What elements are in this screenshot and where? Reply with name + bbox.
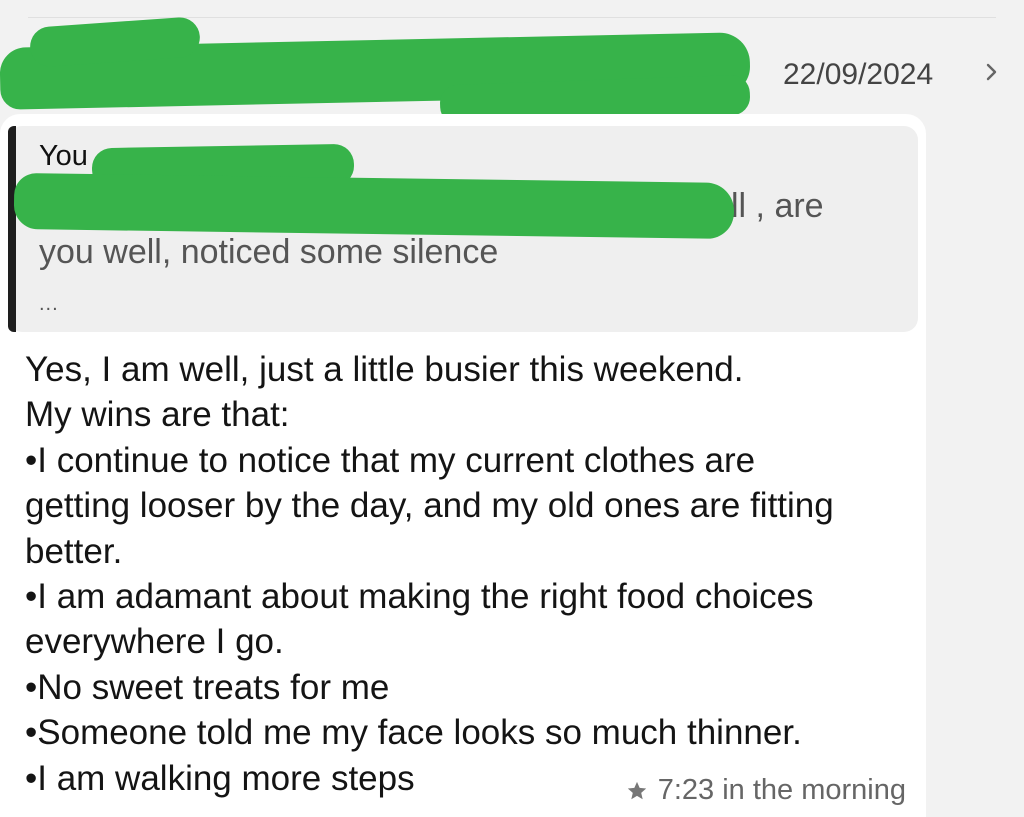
quoted-text-fragment: ll , are [731,187,824,225]
message-line: •I continue to notice that my current cl… [25,440,756,480]
quoted-text-line: you well, noticed some silence [39,233,499,271]
message-line: •I am adamant about making the right foo… [25,576,814,616]
message-date: 22/09/2024 [783,58,934,91]
message-meta: 7:23 in the morning [626,774,906,807]
message-line: •No sweet treats for me [25,667,390,707]
quoted-author: You [39,140,88,172]
message-line: better. [25,531,123,571]
redaction-mark [13,172,735,240]
message-text: Yes, I am well, just a little busier thi… [25,347,920,801]
message-line: getting looser by the day, and my old on… [25,486,834,526]
message-line: Yes, I am well, just a little busier thi… [25,350,744,389]
star-icon [627,781,646,799]
quote-bar [8,126,16,332]
conversation-header[interactable]: 22/09/2024 [0,48,1024,102]
message-time: 7:23 in the morning [657,774,906,806]
quoted-ellipsis: ... [39,293,59,315]
message-line: My wins are that: [25,395,290,435]
message-line: •Someone told me my face looks so much t… [25,713,802,753]
chevron-right-icon[interactable] [985,62,999,82]
message-line: everywhere I go. [25,622,284,662]
